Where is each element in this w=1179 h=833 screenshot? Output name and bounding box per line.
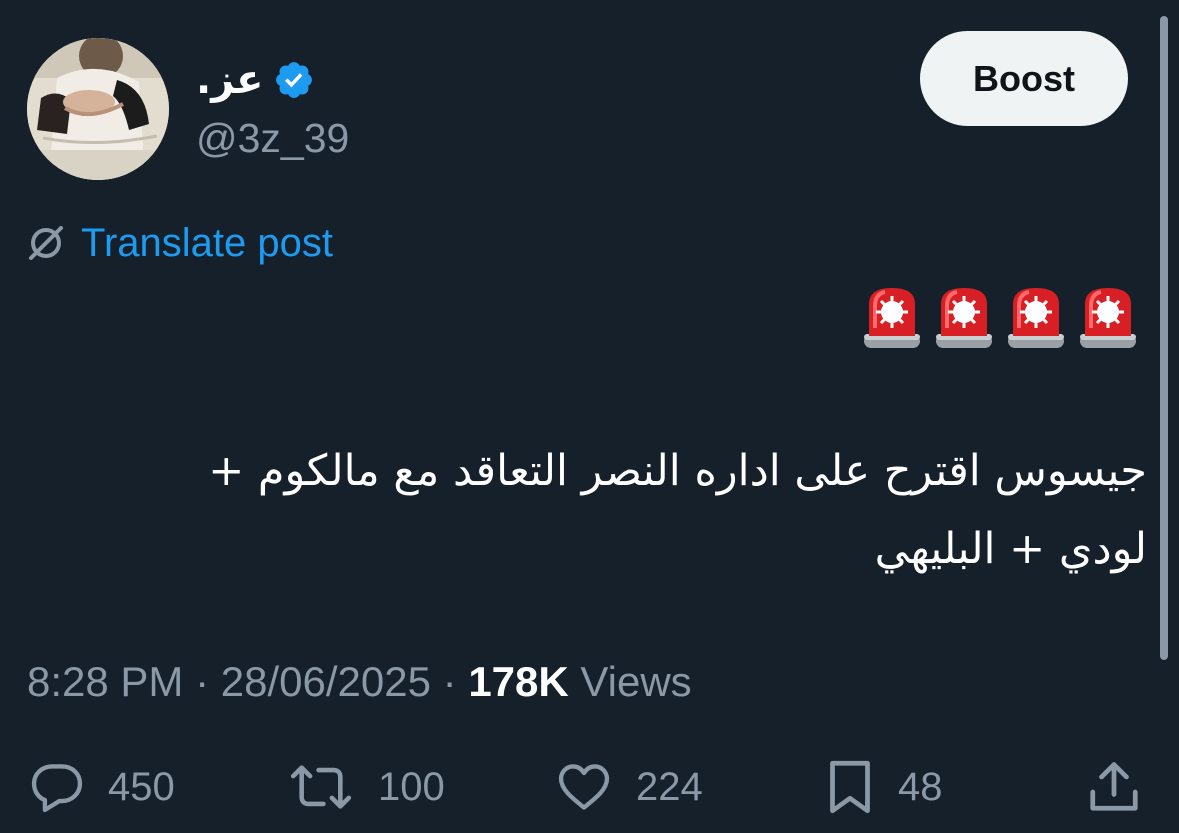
siren-emoji bbox=[1008, 288, 1064, 348]
bookmark-count: 48 bbox=[898, 764, 943, 809]
post-date[interactable]: 28/06/2025 bbox=[221, 658, 431, 705]
author-display-name[interactable]: عز. bbox=[196, 60, 263, 100]
reply-count: 450 bbox=[108, 764, 175, 809]
bookmark-button[interactable]: 48 bbox=[824, 752, 943, 822]
post-meta: 8:28 PM · 28/06/2025 · 178K Views bbox=[27, 654, 692, 710]
verified-badge-icon[interactable] bbox=[273, 59, 315, 101]
views-label: Views bbox=[580, 658, 692, 705]
bookmark-icon bbox=[830, 760, 870, 814]
avatar[interactable] bbox=[27, 38, 169, 180]
meta-separator: · bbox=[195, 658, 210, 705]
share-button[interactable] bbox=[1084, 752, 1144, 822]
avatar-photo bbox=[27, 38, 169, 180]
reply-icon bbox=[31, 764, 83, 813]
repost-count: 100 bbox=[378, 764, 445, 809]
siren-emoji bbox=[1080, 288, 1136, 348]
author-name-row[interactable]: عز. bbox=[196, 54, 315, 106]
post-emoji-line bbox=[861, 284, 1139, 350]
boost-button[interactable]: Boost bbox=[920, 31, 1128, 126]
siren-emoji bbox=[936, 288, 992, 348]
siren-emoji bbox=[864, 288, 920, 348]
views-count: 178K bbox=[468, 658, 569, 705]
repost-button[interactable]: 100 bbox=[286, 752, 445, 822]
repost-icon bbox=[290, 765, 352, 809]
translate-post-link[interactable]: Translate post bbox=[25, 222, 333, 264]
translate-icon bbox=[29, 226, 63, 260]
author-handle[interactable]: @3z_39 bbox=[196, 115, 349, 161]
like-icon bbox=[558, 764, 610, 810]
reply-button[interactable]: 450 bbox=[28, 752, 175, 822]
scrollbar[interactable] bbox=[1160, 16, 1168, 660]
post-actions: 450 100 224 48 bbox=[0, 752, 1179, 822]
share-icon bbox=[1090, 762, 1138, 811]
post-time[interactable]: 8:28 PM bbox=[27, 658, 183, 705]
translate-post-label: Translate post bbox=[81, 221, 333, 265]
meta-separator: · bbox=[442, 658, 457, 705]
like-count: 224 bbox=[636, 764, 703, 809]
like-button[interactable]: 224 bbox=[554, 752, 703, 822]
post-text: جيسوس اقترح على اداره النصر التعاقد مع م… bbox=[208, 446, 1147, 574]
post-detail-view: عز. @3z_39 Boost Translate post جيسوس اق… bbox=[0, 0, 1179, 833]
